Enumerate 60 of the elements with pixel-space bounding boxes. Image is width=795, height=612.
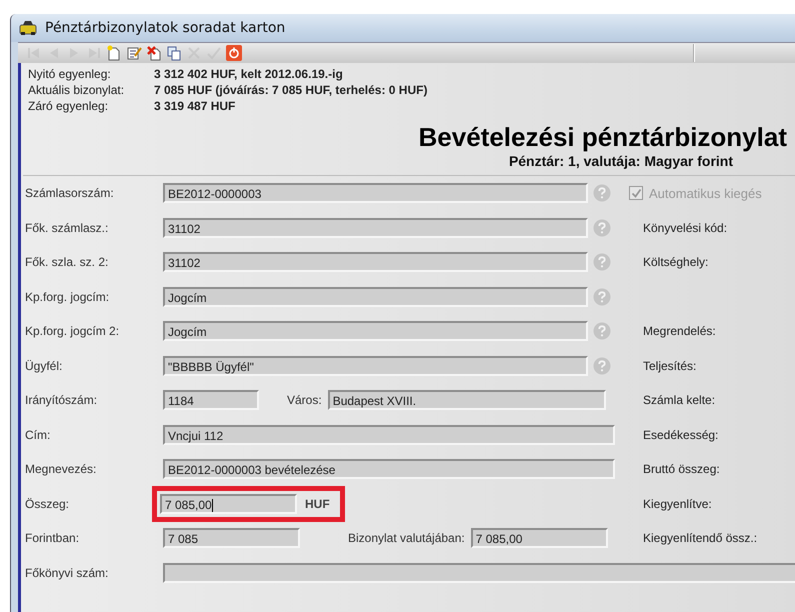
delete-document-icon[interactable] bbox=[146, 45, 162, 61]
power-icon[interactable] bbox=[226, 45, 242, 61]
input-field[interactable]: BE2012-0000003 bevételezése bbox=[163, 459, 615, 480]
field-label: Forintban: bbox=[24, 531, 80, 546]
input-field[interactable] bbox=[163, 562, 795, 583]
field-label: Fők. szla. sz. 2: bbox=[24, 255, 110, 270]
input-field[interactable]: 31102 bbox=[163, 218, 588, 238]
summary-value: 7 085 HUF (jóváírás: 7 085 HUF, terhelés: 0 HUF) bbox=[154, 82, 428, 98]
edit-document-icon[interactable] bbox=[126, 45, 142, 61]
field-label: Megnevezés: bbox=[24, 462, 98, 476]
field-label: Könyvelési kód: bbox=[643, 220, 728, 235]
field-label: Főkönyvi szám: bbox=[24, 566, 110, 580]
field-label: Irányítószám: bbox=[24, 393, 98, 408]
help-icon[interactable] bbox=[593, 218, 611, 237]
field-label: Kp.forg. jogcím: bbox=[24, 290, 110, 304]
help-icon[interactable] bbox=[593, 253, 611, 272]
field-label: Költséghely: bbox=[643, 255, 710, 270]
input-field[interactable]: BE2012-0000003 bbox=[163, 183, 588, 204]
help-icon[interactable] bbox=[593, 322, 611, 340]
help-icon[interactable] bbox=[593, 288, 611, 306]
field-label: Cím: bbox=[24, 428, 52, 442]
field-label: Fők. számlasz.: bbox=[24, 220, 110, 235]
currency-label: HUF bbox=[305, 496, 330, 511]
field-label: Számlasorszám: bbox=[24, 186, 115, 200]
input-field[interactable]: 7 085,00 bbox=[470, 528, 608, 548]
input-field[interactable]: 31102 bbox=[163, 252, 588, 272]
field-label: Bruttó összeg: bbox=[643, 462, 721, 476]
input-field[interactable]: 7 085 bbox=[163, 528, 300, 548]
window-title: Pénztárbizonylatok soradat karton bbox=[45, 20, 286, 36]
summary-value: 3 312 402 HUF, kelt 2012.06.19.-ig bbox=[154, 66, 344, 82]
form-subheading: Pénztár: 1, valutája: Magyar forint bbox=[508, 152, 734, 170]
help-icon[interactable] bbox=[593, 356, 611, 375]
field-label: Kiegyenlítendő össz.: bbox=[643, 531, 758, 546]
copy-icon[interactable] bbox=[166, 45, 182, 61]
field-label: Megrendelés: bbox=[643, 324, 717, 338]
input-field[interactable]: 1184 bbox=[163, 390, 259, 410]
input-field[interactable]: 7 085,00 bbox=[160, 494, 297, 514]
field-label: Bizonylat valutájában: bbox=[348, 531, 465, 546]
new-document-icon[interactable] bbox=[106, 45, 122, 61]
field-label: Kiegyenlítve: bbox=[643, 496, 713, 511]
input-field[interactable]: Jogcím bbox=[163, 321, 588, 342]
summary-label: Aktuális bizonylat: bbox=[28, 82, 126, 98]
form-heading: Bevételezési pénztárbizonylat bbox=[418, 122, 788, 152]
field-label: Város: bbox=[287, 393, 322, 408]
field-label: Összeg: bbox=[24, 496, 70, 511]
field-label: Ügyfél: bbox=[24, 358, 64, 373]
input-field[interactable]: Budapest XVIII. bbox=[328, 390, 606, 410]
field-label: Teljesítés: bbox=[643, 358, 698, 373]
input-field[interactable]: Vncjui 112 bbox=[163, 424, 615, 445]
summary-value: 3 319 487 HUF bbox=[154, 98, 236, 114]
input-field[interactable]: Jogcím bbox=[163, 286, 588, 307]
input-field[interactable]: "BBBBB Ügyfél" bbox=[163, 356, 588, 376]
field-label: Esedékesség: bbox=[643, 428, 720, 442]
summary-label: Záró egyenleg: bbox=[28, 98, 110, 114]
checkbox-label: Automatikus kiegés bbox=[649, 186, 762, 201]
app-icon bbox=[19, 20, 37, 36]
field-label: Számla kelte: bbox=[643, 393, 716, 408]
summary-label: Nyitó egyenleg: bbox=[28, 66, 112, 82]
field-label: Kp.forg. jogcím 2: bbox=[24, 324, 120, 338]
help-icon[interactable] bbox=[593, 184, 611, 202]
